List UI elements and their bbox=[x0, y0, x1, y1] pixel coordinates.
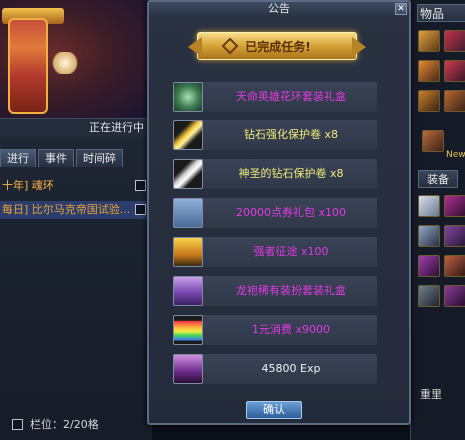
inventory-slot[interactable] bbox=[418, 60, 440, 82]
lantern-decoration bbox=[8, 18, 48, 114]
reward-item: 20000点券礼包 x100 bbox=[173, 198, 377, 228]
background-scene bbox=[0, 0, 150, 118]
dialog-title: 公告 bbox=[149, 2, 409, 16]
quest-tabs: 进行 事件 时间碎 bbox=[0, 149, 152, 167]
tab-time-fragments[interactable]: 时间碎 bbox=[76, 149, 123, 167]
reward-item: 龙袍稀有装扮套装礼盒 bbox=[173, 276, 377, 306]
purple-chest-icon bbox=[173, 276, 203, 306]
inventory-slot[interactable] bbox=[418, 30, 440, 52]
inventory-slot[interactable] bbox=[444, 30, 465, 52]
inventory-slot[interactable] bbox=[444, 195, 465, 217]
quest-row-label: 每日] 比尔马克帝国试验... bbox=[2, 203, 131, 216]
reward-label: 龙袍稀有装扮套装礼盒 bbox=[236, 284, 346, 297]
glow-effect bbox=[50, 52, 80, 74]
reward-label: 45800 Exp bbox=[261, 362, 321, 375]
tab-equipment[interactable]: 装备 bbox=[418, 170, 458, 188]
inventory-slot[interactable] bbox=[418, 285, 440, 307]
quest-panel: 正在进行中 进行 事件 时间碎 十年] 魂环 每日] 比尔马克帝国试验... 栏… bbox=[0, 118, 152, 440]
reward-item: 强者征途 x100 bbox=[173, 237, 377, 267]
reward-label: 强者征途 x100 bbox=[253, 245, 329, 258]
quest-row[interactable]: 每日] 比尔马克帝国试验... bbox=[0, 201, 152, 219]
inventory-slot[interactable] bbox=[418, 90, 440, 112]
slot-count-label: 栏位：2/20格 bbox=[30, 418, 99, 431]
inventory-slot[interactable] bbox=[444, 225, 465, 247]
confirm-button[interactable]: 确认 bbox=[246, 401, 302, 419]
quest-track-checkbox[interactable] bbox=[135, 204, 146, 215]
free-ticket-icon bbox=[173, 237, 203, 267]
inventory-slot[interactable] bbox=[418, 255, 440, 277]
tab-events[interactable]: 事件 bbox=[38, 149, 74, 167]
silver-scroll-icon bbox=[173, 159, 203, 189]
inventory-slot[interactable] bbox=[418, 195, 440, 217]
inventory-header: 物品 bbox=[417, 4, 465, 22]
inventory-slot[interactable] bbox=[444, 60, 465, 82]
reward-item: 45800 Exp bbox=[173, 354, 377, 384]
reward-label: 20000点券礼包 x100 bbox=[236, 206, 346, 219]
reward-label: 天命英雄花环套装礼盒 bbox=[236, 90, 346, 103]
reward-item: 神圣的钻石保护卷 x8 bbox=[173, 159, 377, 189]
inventory-slot[interactable] bbox=[444, 255, 465, 277]
inventory-slot[interactable] bbox=[444, 285, 465, 307]
emerald-crest-icon bbox=[173, 82, 203, 112]
inventory-slot[interactable] bbox=[422, 130, 444, 152]
reward-label: 钻石强化保护卷 x8 bbox=[243, 128, 338, 141]
inventory-slot[interactable] bbox=[444, 90, 465, 112]
game-screen: 正在进行中 进行 事件 时间碎 十年] 魂环 每日] 比尔马克帝国试验... 栏… bbox=[0, 0, 465, 440]
quest-panel-title: 正在进行中 bbox=[0, 119, 152, 137]
reward-item: 钻石强化保护卷 x8 bbox=[173, 120, 377, 150]
reward-item: 天命英雄花环套装礼盒 bbox=[173, 82, 377, 112]
announcement-dialog: 公告 ✕ 已完成任务! 天命英雄花环套装礼盒 钻石强化保护卷 x8 神圣的钻石保… bbox=[147, 0, 411, 425]
weight-label: 重里 bbox=[420, 388, 442, 401]
quest-track-checkbox[interactable] bbox=[135, 180, 146, 191]
coupon-icon bbox=[173, 198, 203, 228]
slot-checkbox[interactable] bbox=[12, 419, 23, 430]
reward-item: 1元消费 x9000 bbox=[173, 315, 377, 345]
inventory-slot[interactable] bbox=[418, 225, 440, 247]
banner-text: 已完成任务! bbox=[245, 40, 311, 54]
close-icon[interactable]: ✕ bbox=[395, 3, 407, 15]
new-badge: New bbox=[446, 150, 465, 160]
gold-scroll-icon bbox=[173, 120, 203, 150]
tab-ongoing[interactable]: 进行 bbox=[0, 149, 36, 167]
rainbow-one-icon bbox=[173, 315, 203, 345]
exp-book-icon bbox=[173, 354, 203, 384]
quest-row[interactable]: 十年] 魂环 bbox=[0, 177, 152, 195]
reward-label: 1元消费 x9000 bbox=[252, 323, 330, 336]
reward-label: 神圣的钻石保护卷 x8 bbox=[238, 167, 344, 180]
quest-complete-banner: 已完成任务! bbox=[197, 32, 357, 60]
quest-row-label: 十年] 魂环 bbox=[2, 179, 54, 192]
